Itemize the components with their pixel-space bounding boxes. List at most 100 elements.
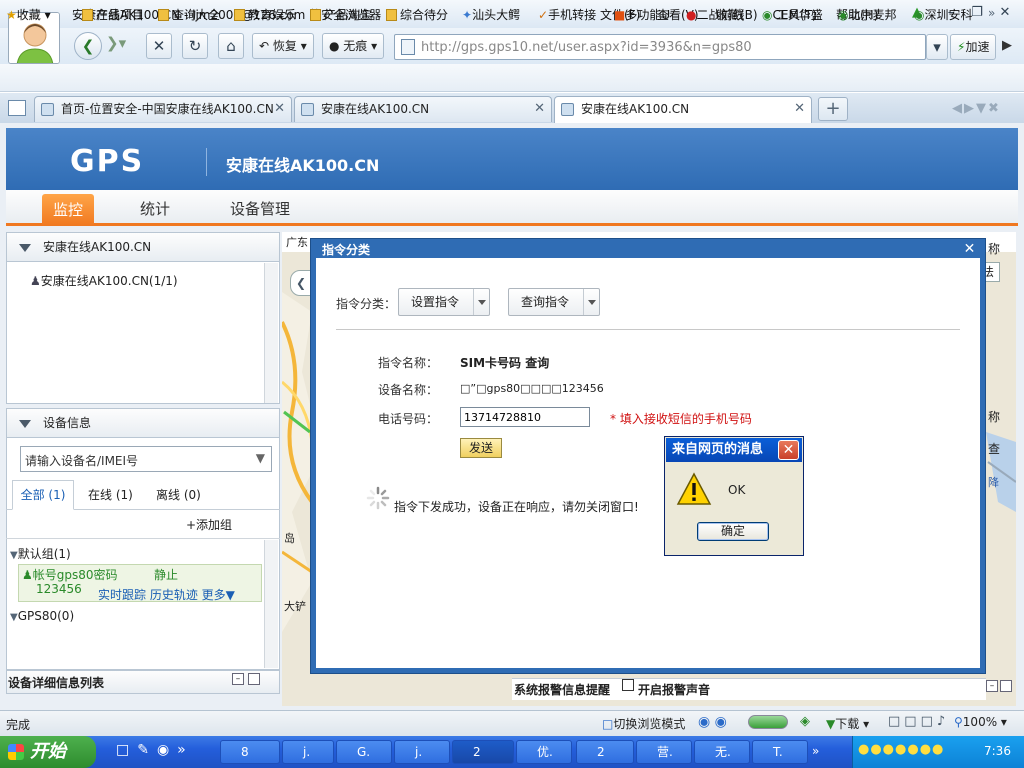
bookmark-item[interactable]: 综合待分 [386, 6, 448, 23]
group-gps80[interactable]: ▼GPS80(0) [10, 609, 74, 623]
favorites-menu[interactable]: ★收藏 ▾ [6, 6, 51, 23]
nav-tab-statistics[interactable]: 统计 [140, 198, 170, 219]
taskbar-item[interactable]: j. [282, 740, 334, 764]
status-misc-icons[interactable]: □□□♪ [888, 714, 949, 729]
quick-launch-icons[interactable]: □✎◉» [116, 742, 194, 758]
folder-icon [234, 9, 245, 21]
dropdown-arrow-icon[interactable]: ▼ [256, 451, 265, 465]
bookmark-item[interactable]: 产品淘宝 [310, 6, 372, 23]
taskbar-item[interactable]: j. [394, 740, 450, 764]
filter-tab-online[interactable]: 在线 (1) [88, 486, 133, 503]
incognito-button[interactable]: ● 无痕 ▾ [322, 33, 385, 59]
loading-spinner-icon [366, 486, 390, 510]
bookmark-item[interactable]: ✓手机转接 [538, 6, 596, 23]
alarm-sound-checkbox[interactable] [622, 679, 634, 691]
url-dropdown-icon[interactable]: ▾ [926, 34, 948, 60]
query-command-dropdown[interactable]: 查询指令 [508, 288, 600, 316]
forward-button[interactable]: ❯▾ [106, 34, 126, 52]
windows-logo-icon [8, 744, 24, 760]
refresh-button[interactable]: ↻ [182, 33, 208, 59]
tab-home[interactable]: 首页-位置安全-中国安康在线AK100.CN ✕ [34, 96, 292, 122]
map-label: 称 [988, 410, 1001, 424]
bookmark-item[interactable]: ◉CEM华盛 [762, 6, 823, 23]
download-button[interactable]: ▼下载 ▾ [826, 715, 869, 732]
switch-mode-button[interactable]: □切换浏览模式 [602, 715, 685, 732]
taskbar-item-active[interactable]: 2 [452, 740, 514, 764]
status-tools-icons[interactable]: ◉ ◉ [698, 714, 727, 730]
taskbar-item[interactable]: 营. [636, 740, 692, 764]
bookmark-item[interactable]: ●二战前线 [686, 6, 745, 23]
bookmark-item[interactable]: ■多功能U [614, 6, 670, 23]
device-name[interactable]: ♟帐号gps80密码 [22, 566, 118, 583]
restore-tabs-button[interactable]: ↶ 恢复 ▾ [252, 33, 314, 59]
filter-tab-all[interactable]: 全部 (1) [12, 480, 74, 510]
address-bar[interactable]: http://gps.gps10.net/user.aspx?id=3936&n… [394, 34, 926, 60]
home-button[interactable]: ⌂ [218, 33, 244, 59]
add-group-link[interactable]: +添加组 [186, 516, 232, 533]
taskbar-item[interactable]: T. [752, 740, 808, 764]
taskbar-overflow-icon[interactable]: » [812, 744, 819, 758]
minimize-panel-icon[interactable]: – [232, 673, 244, 685]
maximize-panel-icon[interactable] [248, 673, 260, 685]
dialog-body [316, 258, 980, 668]
nav-tab-monitor[interactable]: 监控 [42, 194, 94, 226]
speed-up-button[interactable]: ⚡加速 [950, 34, 997, 60]
tab-close-icon[interactable]: ✕ [534, 97, 545, 121]
taskbar-item[interactable]: 无. [694, 740, 750, 764]
nav-tab-device-management[interactable]: 设备管理 [230, 198, 290, 219]
tree-panel-header[interactable]: 安康在线AK100.CN [6, 232, 280, 262]
taskbar-item[interactable]: 优. [516, 740, 572, 764]
alert-ok-button[interactable]: 确定 [697, 522, 769, 541]
traffic-toggle-icon[interactable] [748, 715, 788, 729]
device-info-header[interactable]: 设备信息 [6, 408, 280, 438]
group-default[interactable]: ▼默认组(1) [10, 545, 71, 562]
collapse-icon[interactable] [19, 244, 31, 252]
alert-close-icon[interactable]: ✕ [778, 440, 799, 460]
close-window-button[interactable]: ✕ [994, 4, 1016, 22]
taskbar-item[interactable]: G. [336, 740, 392, 764]
minimize-panel-icon[interactable]: – [986, 680, 998, 692]
dialog-close-icon[interactable]: ✕ [962, 242, 977, 256]
go-arrow-icon[interactable]: ▶ [1002, 38, 1012, 53]
bookmark-item[interactable]: ◉北京麦邦 [838, 6, 897, 23]
globe-icon: ◉ [762, 8, 773, 22]
new-tab-button[interactable]: + [818, 97, 848, 121]
more-bookmarks-icon[interactable]: » [988, 6, 995, 20]
sidebar-toggle-icon[interactable] [8, 100, 26, 116]
shield-icon[interactable]: ◈ [800, 714, 810, 729]
send-button[interactable]: 发送 [460, 438, 502, 458]
bookmark-item[interactable]: ✦汕头大鳄 [462, 6, 520, 23]
tab-ak100[interactable]: 安康在线AK100.CN ✕ [294, 96, 552, 122]
start-button[interactable]: 开始 [0, 736, 96, 768]
phone-input[interactable] [460, 407, 590, 427]
tab-close-icon[interactable]: ✕ [794, 97, 805, 121]
expand-icon[interactable]: ▼ [10, 612, 18, 623]
status-message: 指令下发成功，设备正在响应，请勿关闭窗口! [394, 500, 639, 514]
collapse-left-panel-icon[interactable]: ❮ [290, 270, 312, 296]
taskbar-item[interactable]: 8 [220, 740, 280, 764]
stop-button[interactable]: ✕ [146, 33, 172, 59]
collapse-icon[interactable] [19, 420, 31, 428]
tree-scrollbar[interactable] [264, 263, 278, 403]
maximize-panel-icon[interactable] [1000, 680, 1012, 692]
tab-ak100-active[interactable]: 安康在线AK100.CN ✕ [554, 96, 812, 123]
bookmark-item[interactable]: ◉深圳安科 [914, 6, 973, 23]
tab-close-icon[interactable]: ✕ [274, 97, 285, 121]
zoom-control[interactable]: ⚲100% ▾ [954, 715, 1007, 729]
expand-icon[interactable]: ▼ [10, 550, 18, 561]
back-button[interactable]: ❮ [74, 32, 102, 60]
device-actions[interactable]: 实时跟踪 历史轨迹 更多▼ [98, 586, 235, 603]
bookmark-item[interactable]: 查询大全 [158, 6, 220, 23]
download-icon: ▼ [826, 717, 836, 731]
star-icon: ★ [6, 8, 17, 22]
set-command-dropdown[interactable]: 设置指令 [398, 288, 490, 316]
tab-scroll-icons[interactable]: ◀▶▼✖ [952, 101, 1001, 116]
tree-item-ak100[interactable]: ♟安康在线AK100.CN(1/1) [30, 272, 178, 289]
device-search-input[interactable]: 请输入设备名/IMEI号 ▼ [20, 446, 272, 472]
bookmark-item[interactable]: 产品项目 [82, 6, 144, 23]
device-list-scrollbar[interactable] [264, 540, 278, 668]
bookmark-item[interactable]: 教育娱乐 [234, 6, 296, 23]
tray-icons[interactable]: ●●●●●●● [858, 742, 944, 757]
taskbar-item[interactable]: 2 [576, 740, 634, 764]
filter-tab-offline[interactable]: 离线 (0) [156, 486, 201, 503]
